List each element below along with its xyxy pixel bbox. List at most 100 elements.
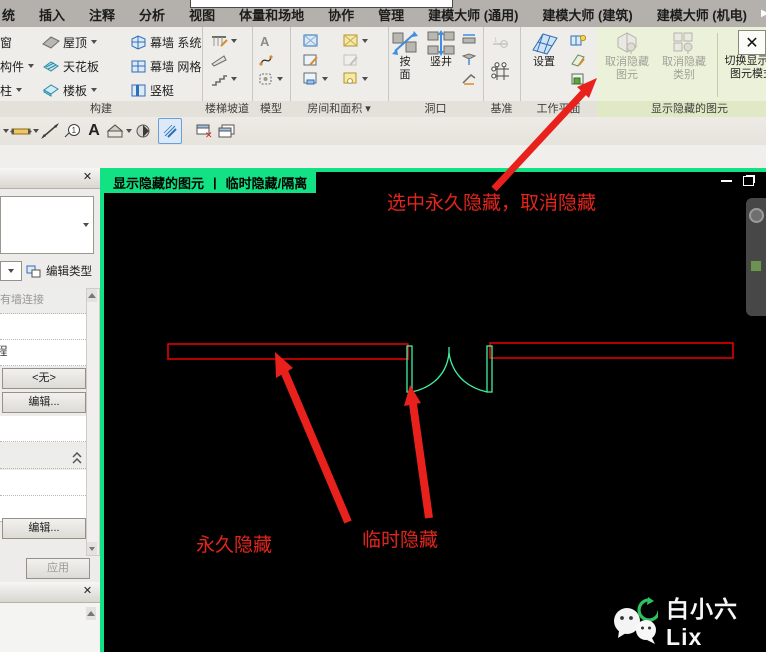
toggle-reveal-mode-button[interactable]: ✕ 切换显示隐 图元模式 <box>722 30 766 108</box>
measure-button[interactable] <box>10 119 39 143</box>
annotation-permanent-hide: 永久隐藏 <box>196 530 272 557</box>
dropdown-caret-icon <box>231 39 237 43</box>
properties-scrollbar[interactable] <box>86 288 100 556</box>
close-windows-icon: ✕ <box>195 123 215 139</box>
component-button[interactable]: 构件 <box>0 54 34 78</box>
show-workplane-button[interactable] <box>570 31 586 50</box>
grid-button[interactable] <box>491 62 511 81</box>
viewer-button[interactable] <box>570 69 586 88</box>
plan-drawing[interactable] <box>104 172 766 652</box>
room-tag-icon <box>302 52 319 67</box>
tab-annotate[interactable]: 注释 <box>77 0 127 28</box>
model-group-button[interactable] <box>258 69 283 88</box>
room-separator-button[interactable] <box>302 69 328 88</box>
tag-by-category-button[interactable]: 1 <box>61 119 83 143</box>
panel-label-rooms[interactable]: 房间和面积 ▾ <box>290 101 388 117</box>
scroll-up-icon[interactable] <box>86 607 96 620</box>
shaft-button[interactable]: 竖井 <box>422 30 460 108</box>
hidden-wall-left[interactable] <box>168 344 408 359</box>
wall-opening-button[interactable] <box>462 31 477 50</box>
tab-overflow-icon[interactable]: ▶▶ <box>761 8 766 19</box>
dropdown-caret-icon <box>91 88 97 92</box>
roof-button[interactable]: 屋顶 <box>42 30 99 54</box>
panel-datum: 1 基准 <box>483 27 521 117</box>
stairs-icon <box>210 72 228 86</box>
tab-analyze[interactable]: 分析 <box>127 0 177 28</box>
cut-button-caret[interactable] <box>0 119 10 143</box>
floor-icon <box>42 83 60 97</box>
mullion-button[interactable]: 竖梃 <box>130 78 201 102</box>
room-button[interactable] <box>302 31 328 50</box>
type-selector[interactable] <box>0 196 94 254</box>
stairs-button[interactable] <box>210 69 237 88</box>
ceiling-button[interactable]: 天花板 <box>42 54 99 78</box>
hidden-wall-right[interactable] <box>490 343 733 358</box>
thin-lines-button[interactable] <box>158 118 182 144</box>
column-button[interactable]: 柱 <box>0 78 34 102</box>
tab-modeling-master-mep[interactable]: 建模大师 (机电) <box>645 0 759 28</box>
model-line-button[interactable] <box>258 50 283 69</box>
none-value-button[interactable]: <无> <box>2 368 86 389</box>
drawing-viewport[interactable]: 显示隐藏的图元|临时隐藏/隔离 选中永久隐藏，取消隐藏 永久隐藏 临时隐藏 <box>100 168 766 652</box>
room-separator-icon <box>302 71 319 86</box>
scroll-down-icon[interactable] <box>87 542 97 555</box>
floor-button[interactable]: 楼板 <box>42 78 99 102</box>
ref-plane-button[interactable] <box>570 50 586 69</box>
curtain-system-button[interactable]: 幕墙 系统 <box>130 30 201 54</box>
dropdown-caret-icon <box>322 77 328 81</box>
annotation-temporary-hide: 临时隐藏 <box>362 525 438 552</box>
cascade-windows-icon <box>217 123 237 139</box>
curtain-system-icon <box>130 35 147 50</box>
curtain-grid-icon <box>130 59 147 74</box>
scroll-up-icon[interactable] <box>87 289 97 302</box>
apply-button[interactable]: 应用 <box>26 558 90 579</box>
tab-insert[interactable]: 插入 <box>27 0 77 28</box>
section-icon <box>134 123 152 139</box>
panel-separator <box>717 33 718 97</box>
shaft-icon <box>426 30 456 56</box>
properties-filter-combo[interactable] <box>0 261 22 281</box>
panel-workplane: 设置 工作平面 <box>520 27 598 117</box>
ref-plane-icon <box>570 53 586 67</box>
dropdown-caret-icon <box>16 88 22 92</box>
section-collapse-row[interactable] <box>0 448 86 469</box>
edit-button-2[interactable]: 编辑... <box>2 518 86 539</box>
hidden-door[interactable] <box>407 346 492 392</box>
edit-button[interactable]: 编辑... <box>2 392 86 413</box>
room-tag-button[interactable] <box>302 50 328 69</box>
panel-rooms: 房间和面积 ▾ <box>290 27 389 117</box>
dormer-opening-button[interactable] <box>462 69 477 88</box>
curtain-grid-button[interactable]: 幕墙 网格 <box>130 54 201 78</box>
unhide-element-button: 取消隐藏 图元 <box>599 30 655 108</box>
property-value-fragment: 程 <box>0 346 8 358</box>
ribbon: 窗 构件 柱 屋顶 天花板 楼板 <box>0 27 766 118</box>
edit-type-row: 编辑类型 <box>0 260 92 282</box>
aligned-dimension-button[interactable] <box>39 119 61 143</box>
area-button[interactable] <box>342 31 368 50</box>
model-text-button[interactable]: A <box>258 31 283 50</box>
window-button[interactable]: 窗 <box>0 30 34 54</box>
tab-modeling-master-arch[interactable]: 建模大师 (建筑) <box>530 0 644 28</box>
opening-by-face-button[interactable]: 按 面 <box>388 30 422 108</box>
default-3d-view-button[interactable] <box>105 119 132 143</box>
vertical-opening-button[interactable] <box>462 50 477 69</box>
panel-label-stairs: 楼梯坡道 <box>202 101 252 117</box>
set-workplane-button[interactable]: 设置 <box>522 30 566 108</box>
edit-type-button[interactable]: 编辑类型 <box>46 263 92 279</box>
ramp-icon <box>210 53 228 67</box>
cascade-windows-button[interactable] <box>216 119 238 143</box>
area-tag-button[interactable] <box>342 69 368 88</box>
mullion-icon <box>130 83 147 98</box>
close-icon[interactable]: ✕ <box>81 171 94 184</box>
unhide-category-button: 取消隐藏 类别 <box>656 30 712 108</box>
close-hidden-windows-button[interactable]: ✕ <box>194 119 216 143</box>
text-button[interactable]: A <box>83 119 105 143</box>
ramp-button[interactable] <box>210 50 237 69</box>
tag-icon: 1 <box>63 123 81 139</box>
tab-system[interactable]: 统 <box>0 0 27 28</box>
edit-type-icon <box>26 264 42 278</box>
railing-button[interactable] <box>210 31 237 50</box>
close-icon[interactable]: ✕ <box>81 585 94 598</box>
section-button[interactable] <box>132 119 154 143</box>
home-icon <box>105 123 125 139</box>
